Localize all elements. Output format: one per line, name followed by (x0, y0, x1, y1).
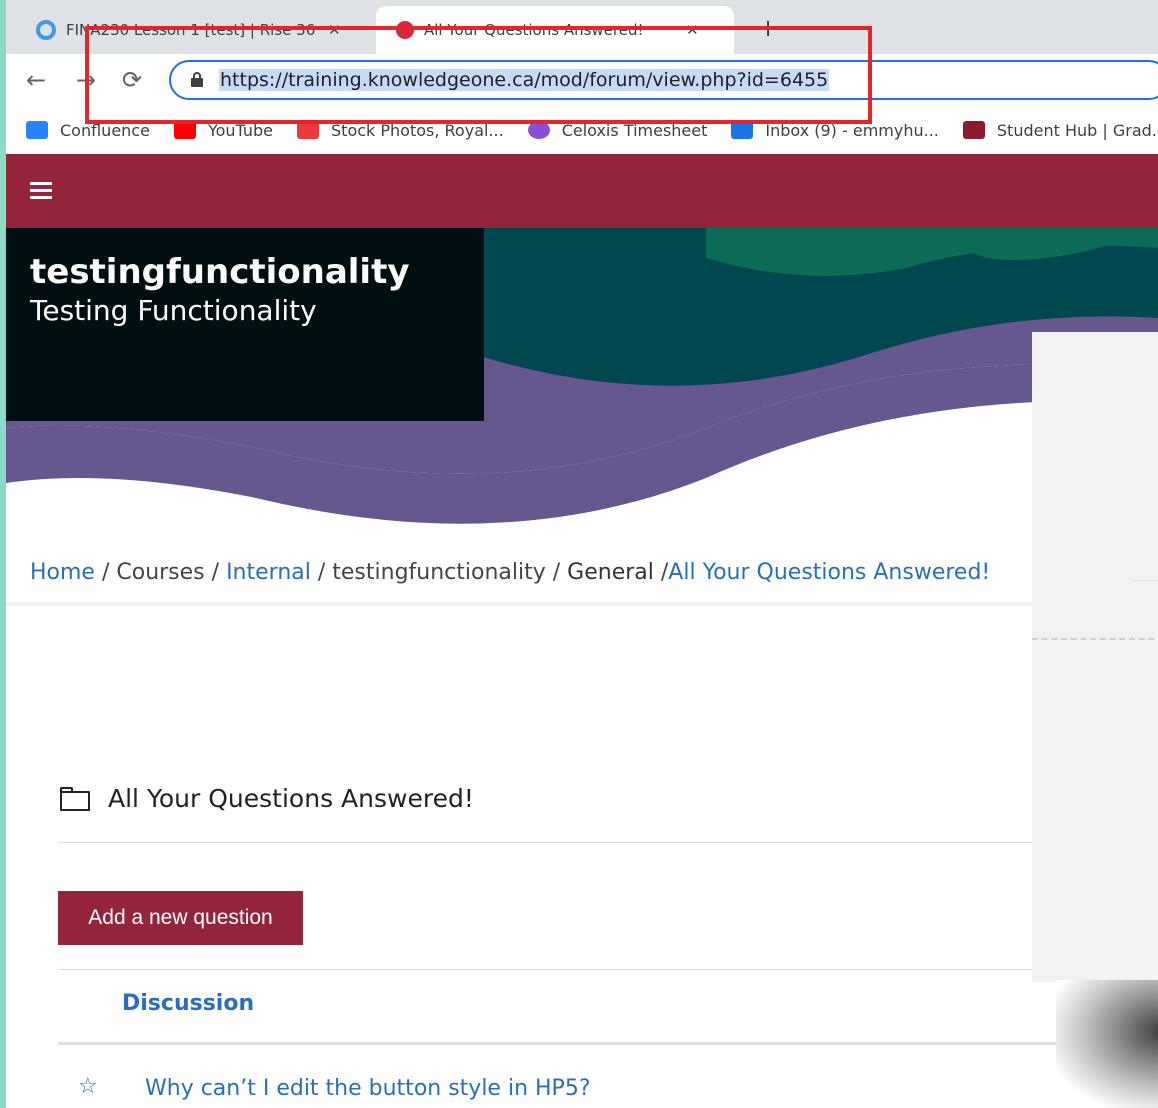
student-hub-icon (962, 121, 985, 139)
rise-favicon-icon (36, 20, 56, 40)
add-new-question-button[interactable]: Add a new question (58, 891, 303, 945)
folder-icon (60, 786, 90, 811)
overlay-side-panel (1032, 332, 1158, 982)
breadcrumb-course[interactable]: testingfunctionality (332, 560, 546, 585)
divider (1132, 580, 1158, 581)
breadcrumb-home[interactable]: Home (30, 560, 95, 585)
star-icon[interactable]: ☆ (78, 1074, 98, 1099)
breadcrumb-courses: Courses (116, 560, 205, 585)
forum-title: All Your Questions Answered! (108, 784, 474, 813)
menu-icon[interactable] (30, 182, 52, 200)
discussion-link[interactable]: Why can’t I edit the button style in HP5… (145, 1076, 591, 1101)
breadcrumb-separator: / (101, 560, 117, 585)
top-navbar (6, 154, 1158, 228)
breadcrumb-separator: / (211, 560, 227, 585)
breadcrumb: Home / Courses / Internal / testingfunct… (30, 560, 990, 585)
breadcrumb-separator: / (552, 560, 568, 585)
confluence-icon (26, 121, 48, 139)
divider (58, 842, 1058, 843)
forum-heading: All Your Questions Answered! (60, 784, 474, 813)
course-shortname: testingfunctionality (30, 252, 410, 292)
course-title-box: testingfunctionality Testing Functionali… (6, 228, 484, 421)
moodle-page: testingfunctionality Testing Functionali… (6, 154, 1158, 1108)
breadcrumb-current[interactable]: All Your Questions Answered! (668, 560, 990, 585)
breadcrumb-divider (6, 602, 1158, 606)
bookmark-label: Student Hub | Grad... (996, 120, 1158, 140)
bookmark-student-hub[interactable]: Student Hub | Grad... (962, 120, 1158, 140)
breadcrumb-section: General (567, 560, 654, 585)
blurred-image-fragment (1056, 980, 1158, 1108)
annotation-highlight-box (85, 26, 872, 124)
divider (58, 969, 1058, 970)
divider (58, 1042, 1058, 1045)
breadcrumb-separator: / (317, 560, 333, 585)
dashed-divider (1032, 638, 1158, 640)
back-arrow-icon[interactable]: ← (26, 66, 46, 94)
breadcrumb-internal[interactable]: Internal (226, 560, 311, 585)
course-fullname: Testing Functionality (30, 294, 317, 327)
discussion-column-header[interactable]: Discussion (122, 991, 254, 1016)
